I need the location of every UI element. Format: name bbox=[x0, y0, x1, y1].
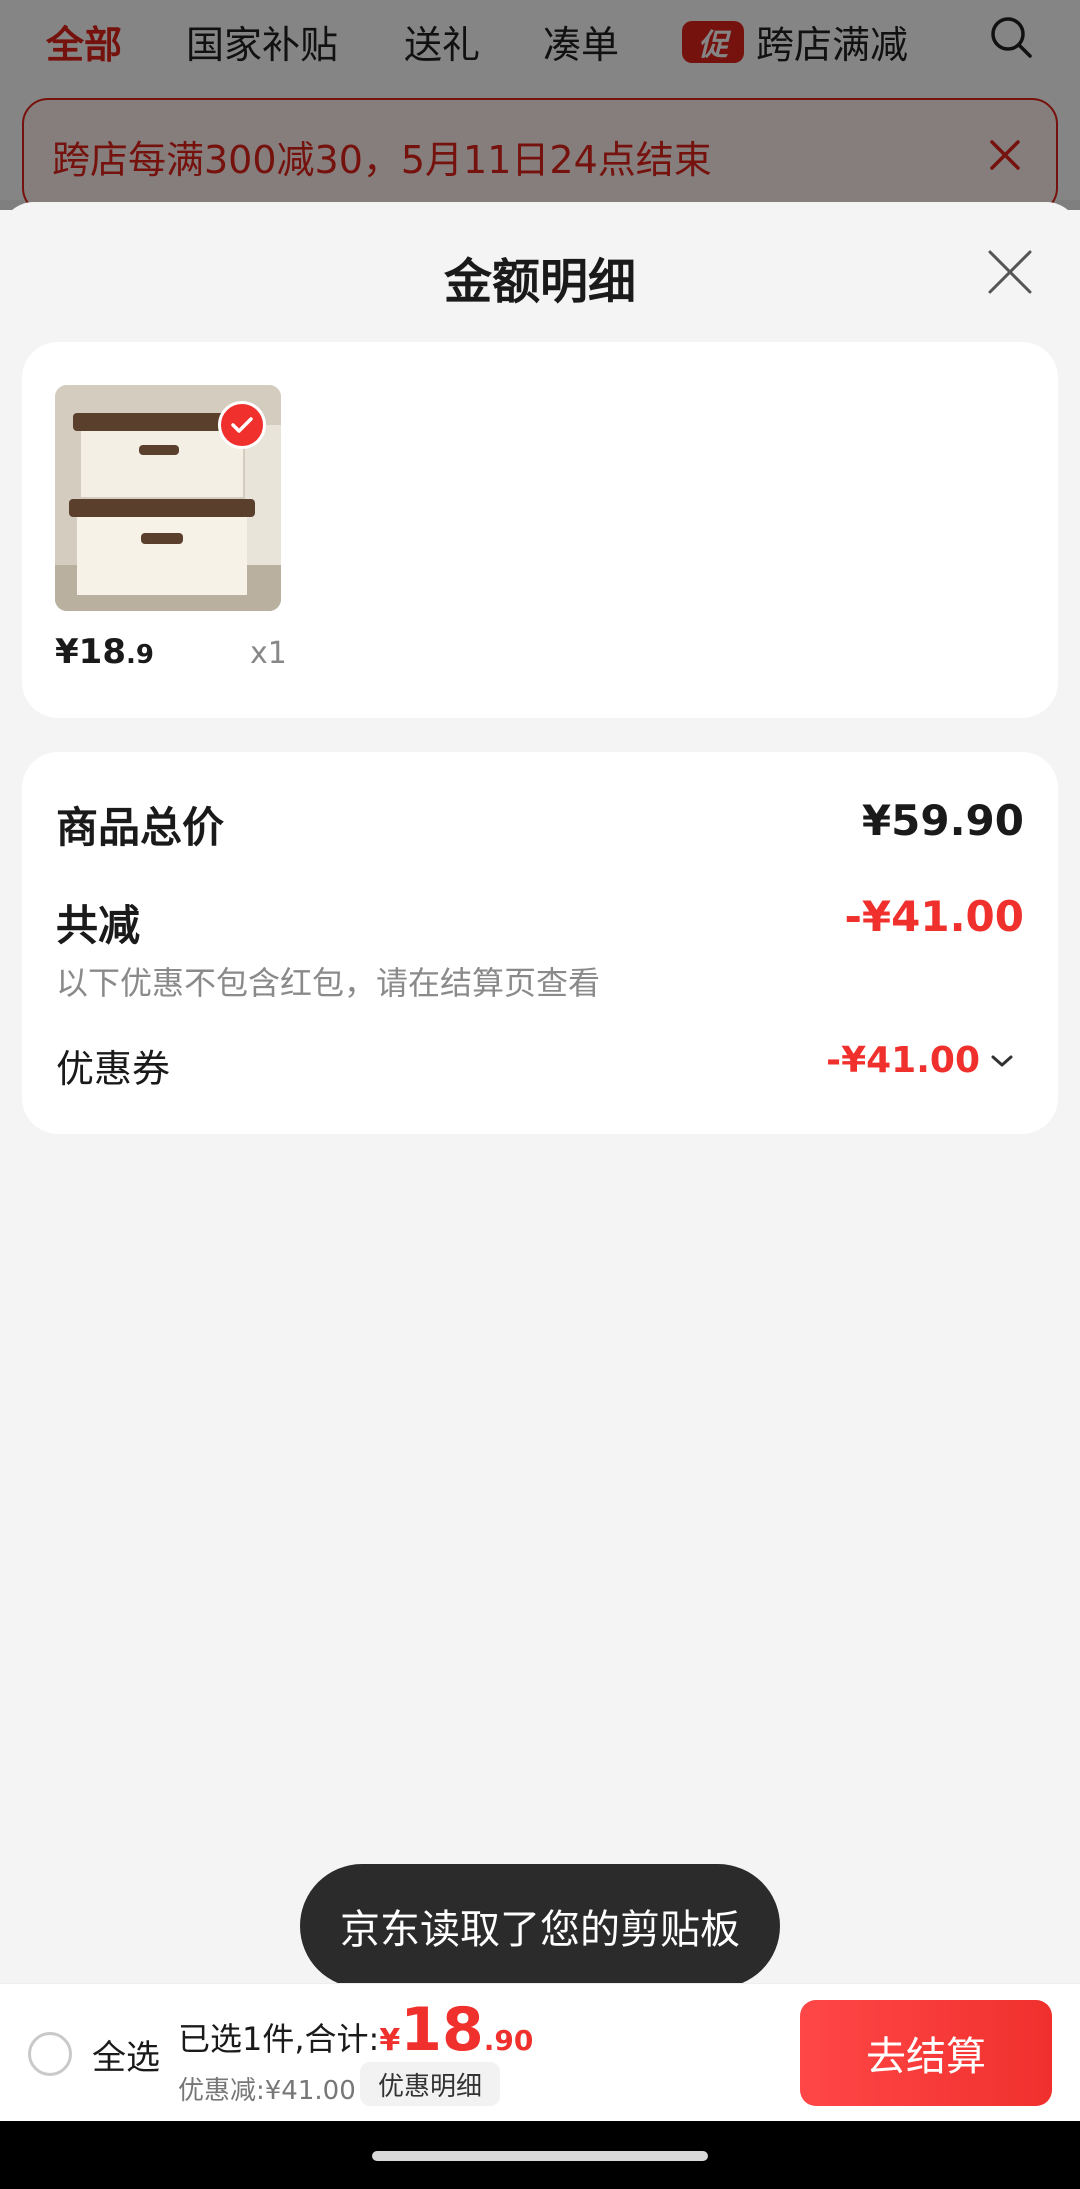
modal-overlay[interactable] bbox=[0, 0, 1080, 210]
price-summary-card: 商品总价 ¥59.90 共减 -¥41.00 以下优惠不包含红包，请在结算页查看… bbox=[22, 752, 1058, 1134]
total-amount-integer: 18 bbox=[400, 1995, 484, 2065]
total-price-value: ¥59.90 bbox=[861, 796, 1024, 845]
coupon-value: -¥41.00 bbox=[826, 1040, 980, 1081]
item-price: ¥18.9 bbox=[55, 632, 154, 672]
chevron-down-icon bbox=[991, 1055, 1013, 1066]
system-navigation-bar bbox=[0, 2121, 1080, 2189]
selection-total: 已选1件,合计: ¥ 18 .90 bbox=[178, 2000, 533, 2060]
selected-items-card: ¥18.9 x1 bbox=[22, 342, 1058, 718]
discount-label: 共减 bbox=[56, 901, 141, 950]
coupon-row-toggle[interactable]: -¥41.00 bbox=[826, 1040, 1014, 1081]
currency-symbol: ¥ bbox=[379, 2023, 401, 2058]
amount-detail-sheet: 金额明细 ¥18.9 x1 商品总价 ¥59.90 共减 -¥41.00 以下优… bbox=[0, 202, 1080, 1982]
sheet-title: 金额明细 bbox=[443, 254, 636, 310]
close-icon[interactable] bbox=[986, 248, 1034, 296]
select-all-label[interactable]: 全选 bbox=[92, 2030, 160, 2079]
home-indicator[interactable] bbox=[372, 2151, 708, 2161]
discount-note: 以下优惠不包含红包，请在结算页查看 bbox=[56, 964, 601, 1002]
discount-detail-button[interactable]: 优惠明细 bbox=[360, 2062, 501, 2106]
item-quantity: x1 bbox=[250, 636, 287, 671]
checkout-button[interactable]: 去结算 bbox=[800, 2000, 1052, 2106]
selected-count-text: 已选1件,合计: bbox=[178, 2020, 380, 2058]
coupon-label: 优惠券 bbox=[56, 1047, 171, 1091]
total-price-label: 商品总价 bbox=[56, 803, 225, 852]
discount-value: -¥41.00 bbox=[844, 892, 1024, 941]
total-amount-decimal: .90 bbox=[483, 2024, 534, 2057]
select-all-radio[interactable] bbox=[28, 2032, 72, 2076]
clipboard-toast: 京东读取了您的剪贴板 bbox=[300, 1864, 780, 1988]
checkout-bar: 全选 已选1件,合计: ¥ 18 .90 优惠减:¥41.00 优惠明细 去结算 bbox=[0, 1983, 1080, 2121]
checked-icon bbox=[218, 401, 266, 449]
saved-amount: 优惠减:¥41.00 bbox=[178, 2076, 356, 2106]
